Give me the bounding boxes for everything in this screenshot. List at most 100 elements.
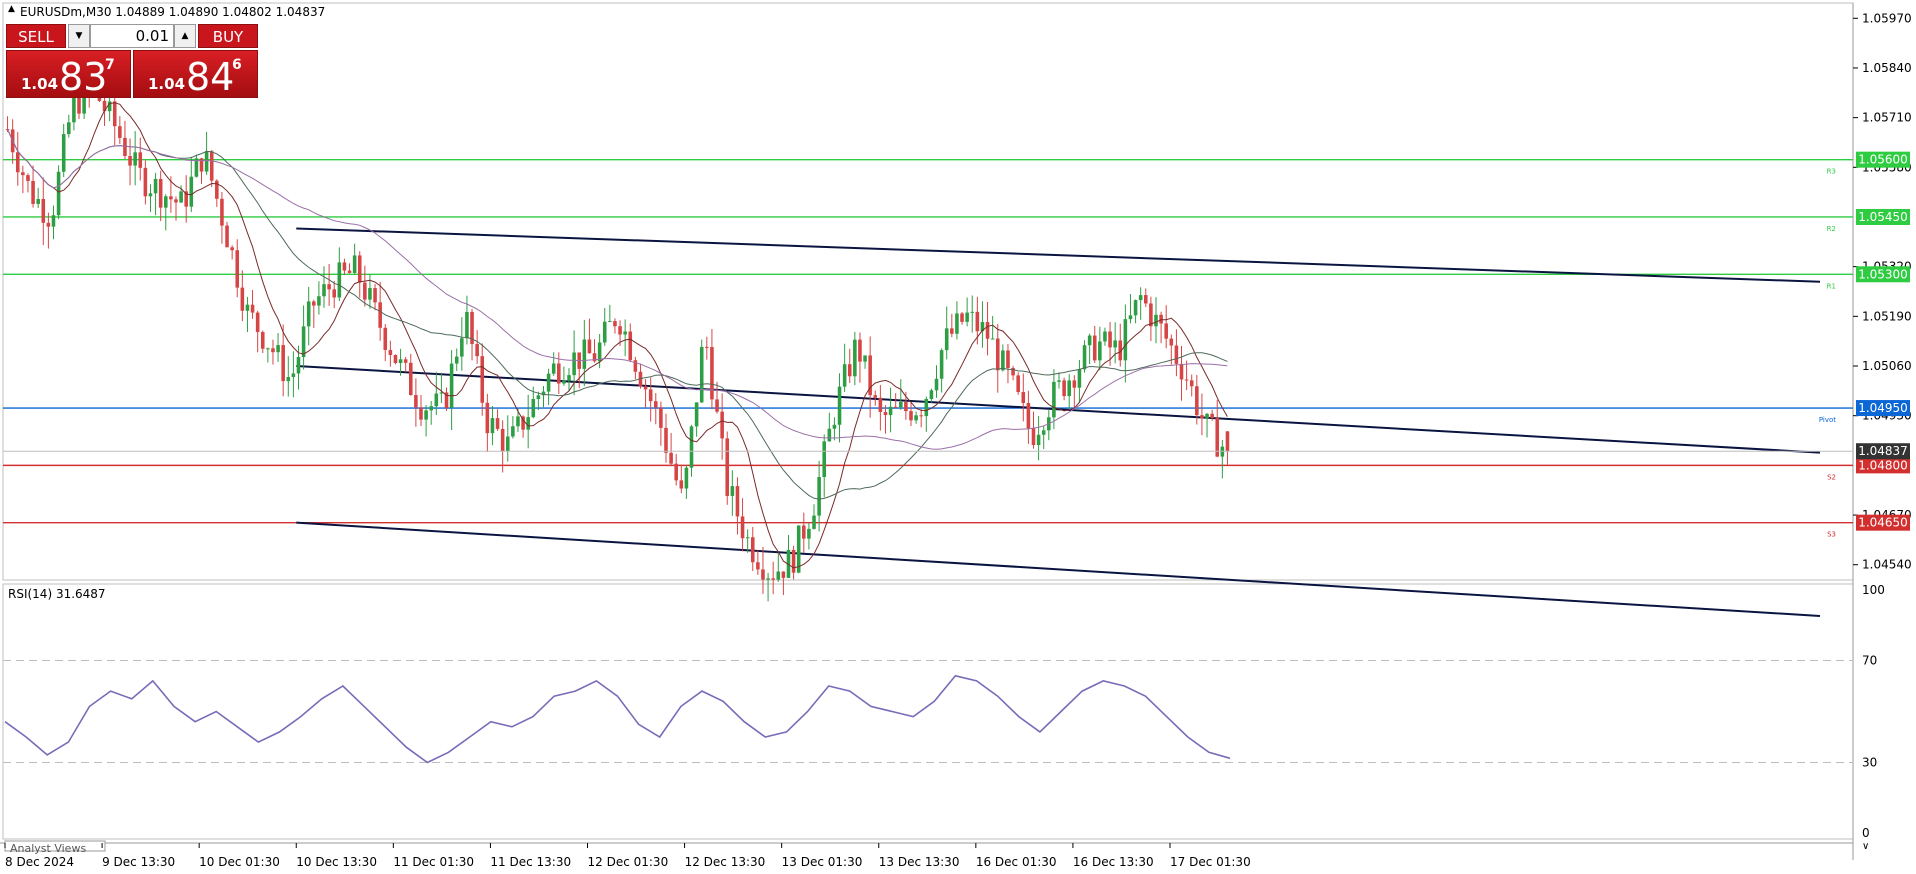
candle-body [434,393,439,407]
candle-body [1143,295,1148,304]
time-tick-label: 12 Dec 01:30 [588,855,669,869]
time-tick-label: 9 Dec 13:30 [102,855,175,869]
channel-line[interactable] [296,521,1821,617]
candle-body [403,359,408,363]
price-tick-label: 1.05970 [1862,11,1912,25]
lot-decrease-button[interactable]: ▼ [68,24,90,48]
buy-price-big: 84 [186,55,235,99]
time-tick-label: 10 Dec 01:30 [199,855,280,869]
candle-body [419,407,423,420]
channel-line[interactable] [296,365,1821,454]
candle-body [1133,300,1138,316]
candle-body [204,151,209,172]
candle-body [1205,413,1209,419]
candle-body [822,441,827,478]
candle-body [61,134,66,172]
candle-body [597,342,602,362]
candle-body [36,199,40,204]
lot-increase-button[interactable]: ▲ [174,24,196,48]
candle-body [138,152,143,168]
buy-price-box[interactable]: 1.04 84 6 [133,50,258,99]
candle-body [674,463,678,481]
candle-body [490,418,495,434]
candle-body [725,438,730,496]
candle-body [143,167,148,197]
candle-body [965,312,969,322]
candle-body [837,386,842,425]
pivot-levels: 1.05600 R3 1.05450 R2 1.05300 R1 1.04950 Pivot 1… [3,151,1910,539]
candle-body [67,122,71,135]
candle-body [990,338,995,340]
candle-body [245,304,250,311]
candle-body [1072,380,1077,388]
candle-body [158,178,163,208]
rsi-label: RSI(14) 31.6487 [8,587,106,601]
candle-body [516,416,520,427]
candle-body [56,171,61,216]
candle-body [271,348,275,353]
candle-body [960,313,964,322]
candle-body [1057,380,1061,382]
chart-header: EURUSDm,M30 1.04889 1.04890 1.04802 1.04… [20,5,325,19]
candle-body [266,348,270,350]
time-tick-label: 11 Dec 01:30 [393,855,474,869]
candle-body [995,338,1000,371]
candle-body [1128,315,1133,320]
candle-body [705,346,709,348]
analyst-views-label: Analyst Views [10,842,86,855]
candle-body [557,363,561,384]
candle-body [1184,379,1189,381]
candle-body [832,424,837,429]
rsi-pane-frame [2,583,1854,840]
candle-body [970,311,975,313]
time-tick-label: 10 Dec 13:30 [296,855,377,869]
candle-body [363,282,367,300]
lot-size-input[interactable] [90,24,174,48]
candle-body [220,198,224,226]
sell-price-small: 1.04 [21,75,59,93]
candle-body [858,339,862,362]
candle-body [863,355,867,362]
symbol-triangle-icon[interactable]: ▲ [8,4,15,14]
candle-body [659,407,663,428]
sell-button[interactable]: SELL [6,24,66,48]
level-price-S2: 1.04800 [1858,458,1908,472]
time-tick-label: 13 Dec 13:30 [879,855,960,869]
candle-body [41,199,46,223]
scroll-down-icon[interactable]: ∨ [1862,841,1869,852]
candle-body [352,255,357,273]
chart-area[interactable]: 1.059701.058401.057101.055801.053201.051… [0,0,1916,874]
candle-body [873,395,878,398]
candle-body [286,377,291,382]
candle-body [750,537,755,563]
candle-body [1159,314,1163,324]
candle-body [1082,345,1087,370]
candle-body [812,515,816,529]
candle-body [1154,314,1158,327]
candle-body [939,350,944,379]
rsi-tick-label: 30 [1862,756,1877,770]
candle-body [1092,335,1097,361]
candle-body [414,395,418,408]
candle-body [618,326,622,335]
sell-price-box[interactable]: 1.04 83 7 [6,50,131,99]
candle-body [934,378,939,391]
candle-body [148,193,153,197]
candle-body [909,411,913,421]
candle-body [735,486,740,517]
candle-body [1021,392,1026,404]
level-price-S3: 1.04650 [1858,516,1908,530]
candle-body [495,418,500,429]
buy-button[interactable]: BUY [198,24,258,48]
candle-body [153,178,158,194]
candle-body [1036,434,1041,446]
candle-body [1103,331,1107,342]
candle-body [567,375,571,381]
candle-body [531,399,536,418]
candle-body [128,155,132,166]
time-tick-label: 12 Dec 13:30 [685,855,766,869]
candle-body [551,363,556,374]
candle-body [1189,380,1194,387]
candle-body [485,402,490,434]
level-tag-text-S2: S2 [1827,473,1836,481]
